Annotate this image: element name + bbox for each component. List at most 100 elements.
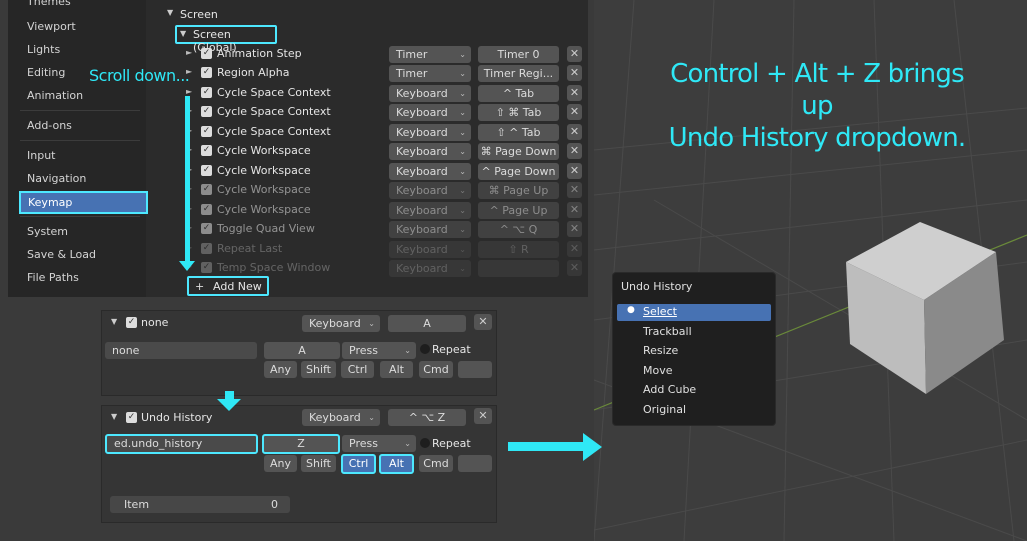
row-enable-checkbox[interactable]: ✓ xyxy=(201,48,212,59)
remove-row-icon[interactable]: ✕ xyxy=(567,85,582,101)
cube[interactable] xyxy=(840,218,1010,398)
item-property-field[interactable]: Item 0 xyxy=(110,496,290,513)
row-type-dropdown[interactable]: Keyboard ⌄ xyxy=(389,260,471,277)
key-capture-button[interactable]: A xyxy=(264,342,340,359)
row-key-button[interactable]: ⇧ ^ Tab xyxy=(478,124,559,141)
row-key-button[interactable] xyxy=(478,260,559,277)
keymap-row[interactable]: ►✓Cycle Space ContextKeyboard⌄⇧ ⌘ Tab✕ xyxy=(0,103,582,122)
remove-row-icon[interactable]: ✕ xyxy=(567,46,582,62)
row-enable-checkbox[interactable]: ✓ xyxy=(201,126,212,137)
keymap-row[interactable]: ►✓Toggle Quad ViewKeyboard⌄^ ⌥ Q✕ xyxy=(0,220,582,239)
remove-row-icon[interactable]: ✕ xyxy=(567,104,582,120)
event-value-dropdown[interactable]: Press ⌄ xyxy=(342,342,416,359)
remove-row-icon[interactable]: ✕ xyxy=(567,124,582,140)
keymap-row[interactable]: ► ✓ Temp Space Window Keyboard ⌄ ✕ xyxy=(0,259,582,278)
row-expand-icon[interactable]: ► xyxy=(186,87,192,96)
mod-ctrl-button[interactable]: Ctrl xyxy=(341,454,376,474)
row-key-button[interactable]: Timer Regi... xyxy=(478,65,559,82)
enable-checkbox[interactable]: ✓ xyxy=(126,317,137,328)
row-key-button[interactable]: ⇧ R xyxy=(478,241,559,258)
row-type-dropdown[interactable]: Timer ⌄ xyxy=(389,46,471,63)
undo-item-select[interactable]: ● Select xyxy=(617,304,771,321)
row-key-button[interactable]: ^ ⌥ Q xyxy=(478,221,559,238)
keymap-row[interactable]: ► ✓ Animation Step Timer ⌄ Timer 0 ✕ xyxy=(0,45,582,64)
row-enable-checkbox[interactable]: ✓ xyxy=(201,223,212,234)
event-value-dropdown[interactable]: Press ⌄ xyxy=(342,435,416,452)
row-key-button[interactable]: ⌘ Page Down xyxy=(478,143,559,160)
operator-idname-field[interactable]: none xyxy=(105,342,257,359)
row-type-dropdown[interactable]: Keyboard ⌄ xyxy=(389,163,471,180)
remove-row-icon[interactable]: ✕ xyxy=(567,182,582,198)
mod-alt-button[interactable]: Alt xyxy=(380,361,413,378)
keymap-row[interactable]: ►✓Cycle WorkspaceKeyboard⌄⌘ Page Down✕ xyxy=(0,142,582,161)
row-type-dropdown[interactable]: Keyboard ⌄ xyxy=(389,104,471,121)
row-enable-checkbox[interactable]: ✓ xyxy=(201,204,212,215)
mod-cmd-button[interactable]: Cmd xyxy=(419,361,453,378)
sidebar-item-viewport[interactable]: Viewport xyxy=(20,17,140,37)
mod-any-button[interactable]: Any xyxy=(264,361,297,378)
remove-row-icon[interactable]: ✕ xyxy=(567,260,582,276)
row-enable-checkbox[interactable]: ✓ xyxy=(201,145,212,156)
key-button[interactable]: ^ ⌥ Z xyxy=(388,409,466,426)
keymap-row[interactable]: ►✓Cycle WorkspaceKeyboard⌄^ Page Up✕ xyxy=(0,201,582,220)
keymap-row[interactable]: ►✓Cycle Space ContextKeyboard⌄⇧ ^ Tab✕ xyxy=(0,123,582,142)
undo-item-move[interactable]: Move xyxy=(643,364,673,377)
key-button[interactable]: A xyxy=(388,315,466,332)
row-type-dropdown[interactable]: Keyboard ⌄ xyxy=(389,143,471,160)
row-type-dropdown[interactable]: Keyboard ⌄ xyxy=(389,241,471,258)
undo-item-original[interactable]: Original xyxy=(643,403,686,416)
remove-row-icon[interactable]: ✕ xyxy=(567,143,582,159)
enable-checkbox[interactable]: ✓ xyxy=(126,412,137,423)
mod-cmd-button[interactable]: Cmd xyxy=(419,455,453,472)
row-expand-icon[interactable]: ► xyxy=(186,48,192,57)
keymap-row[interactable]: ► ✓ Region Alpha Timer ⌄ Timer Regi... ✕ xyxy=(0,64,582,83)
repeat-checkbox[interactable] xyxy=(420,438,430,448)
mod-alt-button[interactable]: Alt xyxy=(379,454,414,474)
row-key-button[interactable]: ⇧ ⌘ Tab xyxy=(478,104,559,121)
row-enable-checkbox[interactable]: ✓ xyxy=(201,184,212,195)
subsection-header[interactable]: ▼ Screen (Global) xyxy=(175,25,277,54)
row-key-button[interactable]: ⌘ Page Up xyxy=(478,182,559,199)
row-key-button[interactable]: ^ Tab xyxy=(478,85,559,102)
keymap-row[interactable]: ►✓Cycle WorkspaceKeyboard⌄⌘ Page Up✕ xyxy=(0,181,582,200)
expand-icon[interactable]: ▼ xyxy=(111,412,117,421)
event-type-dropdown[interactable]: Keyboard ⌄ xyxy=(302,315,380,332)
keymap-row[interactable]: ►✓Repeat LastKeyboard⌄⇧ R✕ xyxy=(0,240,582,259)
expand-icon[interactable]: ▼ xyxy=(111,317,117,326)
event-type-dropdown[interactable]: Keyboard ⌄ xyxy=(302,409,380,426)
repeat-checkbox[interactable] xyxy=(420,344,430,354)
undo-item-resize[interactable]: Resize xyxy=(643,344,678,357)
operator-idname-field[interactable]: ed.undo_history xyxy=(105,434,258,454)
row-key-button[interactable]: ^ Page Down xyxy=(478,163,559,180)
row-enable-checkbox[interactable]: ✓ xyxy=(201,243,212,254)
section-expand-icon[interactable]: ▼ xyxy=(167,8,173,17)
row-enable-checkbox[interactable]: ✓ xyxy=(201,165,212,176)
remove-item-icon[interactable]: ✕ xyxy=(474,408,492,424)
row-key-button[interactable]: Timer 0 xyxy=(478,46,559,63)
mod-any-button[interactable]: Any xyxy=(264,455,297,472)
key-modifier-button[interactable] xyxy=(458,455,492,472)
keymap-row[interactable]: ►✓Cycle WorkspaceKeyboard⌄^ Page Down✕ xyxy=(0,162,582,181)
mod-shift-button[interactable]: Shift xyxy=(301,361,336,378)
row-type-dropdown[interactable]: Timer ⌄ xyxy=(389,65,471,82)
keymap-row[interactable]: ► ✓ Cycle Space Context Keyboard ⌄ ^ Tab ✕ xyxy=(0,84,582,103)
row-key-button[interactable]: ^ Page Up xyxy=(478,202,559,219)
sidebar-item-themes[interactable]: Themes xyxy=(20,0,140,12)
row-type-dropdown[interactable]: Keyboard ⌄ xyxy=(389,85,471,102)
section-title[interactable]: Screen xyxy=(180,8,218,21)
mod-shift-button[interactable]: Shift xyxy=(301,455,336,472)
row-type-dropdown[interactable]: Keyboard ⌄ xyxy=(389,182,471,199)
key-capture-button[interactable]: Z xyxy=(262,434,340,454)
row-type-dropdown[interactable]: Keyboard ⌄ xyxy=(389,124,471,141)
remove-row-icon[interactable]: ✕ xyxy=(567,221,582,237)
row-enable-checkbox[interactable]: ✓ xyxy=(201,67,212,78)
add-new-button[interactable]: + Add New xyxy=(187,276,269,296)
key-modifier-button[interactable] xyxy=(458,361,492,378)
mod-ctrl-button[interactable]: Ctrl xyxy=(341,361,374,378)
remove-row-icon[interactable]: ✕ xyxy=(567,202,582,218)
row-type-dropdown[interactable]: Keyboard ⌄ xyxy=(389,202,471,219)
remove-item-icon[interactable]: ✕ xyxy=(474,314,492,330)
row-enable-checkbox[interactable]: ✓ xyxy=(201,262,212,273)
row-enable-checkbox[interactable]: ✓ xyxy=(201,87,212,98)
row-type-dropdown[interactable]: Keyboard ⌄ xyxy=(389,221,471,238)
